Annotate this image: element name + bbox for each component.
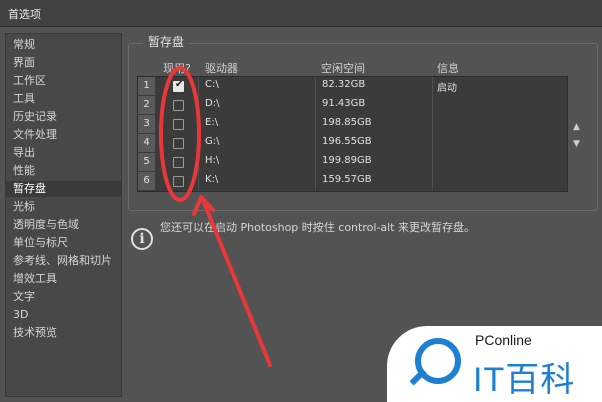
sidebar-item-tools[interactable]: 工具 xyxy=(6,91,121,107)
table-row[interactable]: 4 G:\ 196.55GB xyxy=(138,134,567,153)
table-row[interactable]: 1 ✔ C:\ 82.32GB 启动 xyxy=(138,77,567,96)
sidebar-item-interface[interactable]: 界面 xyxy=(6,55,121,71)
sidebar-item-history[interactable]: 历史记录 xyxy=(6,109,121,125)
free-space-cell: 198.85GB xyxy=(322,117,372,128)
table-row[interactable]: 3 E:\ 198.85GB xyxy=(138,115,567,134)
sidebar-item-general[interactable]: 常规 xyxy=(6,37,121,53)
sidebar-item-performance[interactable]: 性能 xyxy=(6,163,121,179)
row-number: 2 xyxy=(138,96,155,115)
row-number: 1 xyxy=(138,77,155,96)
free-space-cell: 159.57GB xyxy=(322,174,372,185)
title-bar: 首选项 xyxy=(0,0,602,27)
active-checkbox[interactable] xyxy=(173,176,184,187)
window-title: 首选项 xyxy=(8,8,41,21)
drive-cell: C:\ xyxy=(205,79,219,90)
row-number: 5 xyxy=(138,153,155,172)
column-header-info: 信息 xyxy=(437,62,459,75)
free-space-cell: 199.89GB xyxy=(322,155,372,166)
sidebar-item-tech-preview[interactable]: 技术预览 xyxy=(6,325,121,341)
column-header-active: 现用? xyxy=(163,62,191,75)
active-checkbox[interactable]: ✔ xyxy=(173,79,184,92)
checkmark-icon: ✔ xyxy=(175,79,184,90)
section-title: 暂存盘 xyxy=(143,33,190,50)
watermark-title: IT百科 xyxy=(473,361,576,399)
sidebar-item-transparency[interactable]: 透明度与色域 xyxy=(6,217,121,233)
sidebar-item-cursors[interactable]: 光标 xyxy=(6,199,121,215)
info-message: 您还可以在启动 Photoshop 时按住 control-alt 来更改暂存盘… xyxy=(160,221,475,234)
sidebar-item-type[interactable]: 文字 xyxy=(6,289,121,305)
table-row[interactable]: 2 D:\ 91.43GB xyxy=(138,96,567,115)
active-checkbox[interactable] xyxy=(173,100,184,111)
sidebar-item-guides-grid[interactable]: 参考线、网格和切片 xyxy=(6,253,121,269)
scratch-disk-table: 1 ✔ C:\ 82.32GB 启动 2 D:\ 91.43GB 3 E:\ 1… xyxy=(137,76,568,192)
drive-cell: E:\ xyxy=(205,117,219,128)
sidebar-item-file-handling[interactable]: 文件处理 xyxy=(6,127,121,143)
move-down-icon[interactable]: ▼ xyxy=(573,139,580,149)
sidebar-item-export[interactable]: 导出 xyxy=(6,145,121,161)
sidebar-item-workspace[interactable]: 工作区 xyxy=(6,73,121,89)
table-row[interactable]: 6 K:\ 159.57GB xyxy=(138,172,567,191)
sidebar-item-3d[interactable]: 3D xyxy=(6,307,121,323)
row-number: 6 xyxy=(138,172,155,191)
drive-cell: H:\ xyxy=(205,155,220,166)
watermark-logo: PConline IT百科 xyxy=(387,326,602,402)
move-up-icon[interactable]: ▲ xyxy=(573,122,580,132)
row-number: 3 xyxy=(138,115,155,134)
watermark-brand: PConline xyxy=(475,332,532,348)
info-cell: 启动 xyxy=(437,83,457,94)
free-space-cell: 82.32GB xyxy=(322,79,366,90)
active-checkbox[interactable] xyxy=(173,119,184,130)
column-header-free-space: 空闲空间 xyxy=(321,62,365,75)
drive-cell: G:\ xyxy=(205,136,220,147)
table-row[interactable]: 5 H:\ 199.89GB xyxy=(138,153,567,172)
drive-cell: K:\ xyxy=(205,174,219,185)
active-checkbox[interactable] xyxy=(173,157,184,168)
sidebar-item-scratch-disks[interactable]: 暂存盘 xyxy=(6,181,121,197)
info-icon: i xyxy=(131,228,153,250)
active-checkbox[interactable] xyxy=(173,138,184,149)
preferences-sidebar: 常规 界面 工作区 工具 历史记录 文件处理 导出 性能 暂存盘 光标 透明度与… xyxy=(5,33,122,397)
row-number: 4 xyxy=(138,134,155,153)
column-header-drive: 驱动器 xyxy=(205,62,238,75)
sidebar-item-units-rulers[interactable]: 单位与标尺 xyxy=(6,235,121,251)
drive-cell: D:\ xyxy=(205,98,220,109)
free-space-cell: 196.55GB xyxy=(322,136,372,147)
sidebar-item-plugins[interactable]: 增效工具 xyxy=(6,271,121,287)
free-space-cell: 91.43GB xyxy=(322,98,366,109)
